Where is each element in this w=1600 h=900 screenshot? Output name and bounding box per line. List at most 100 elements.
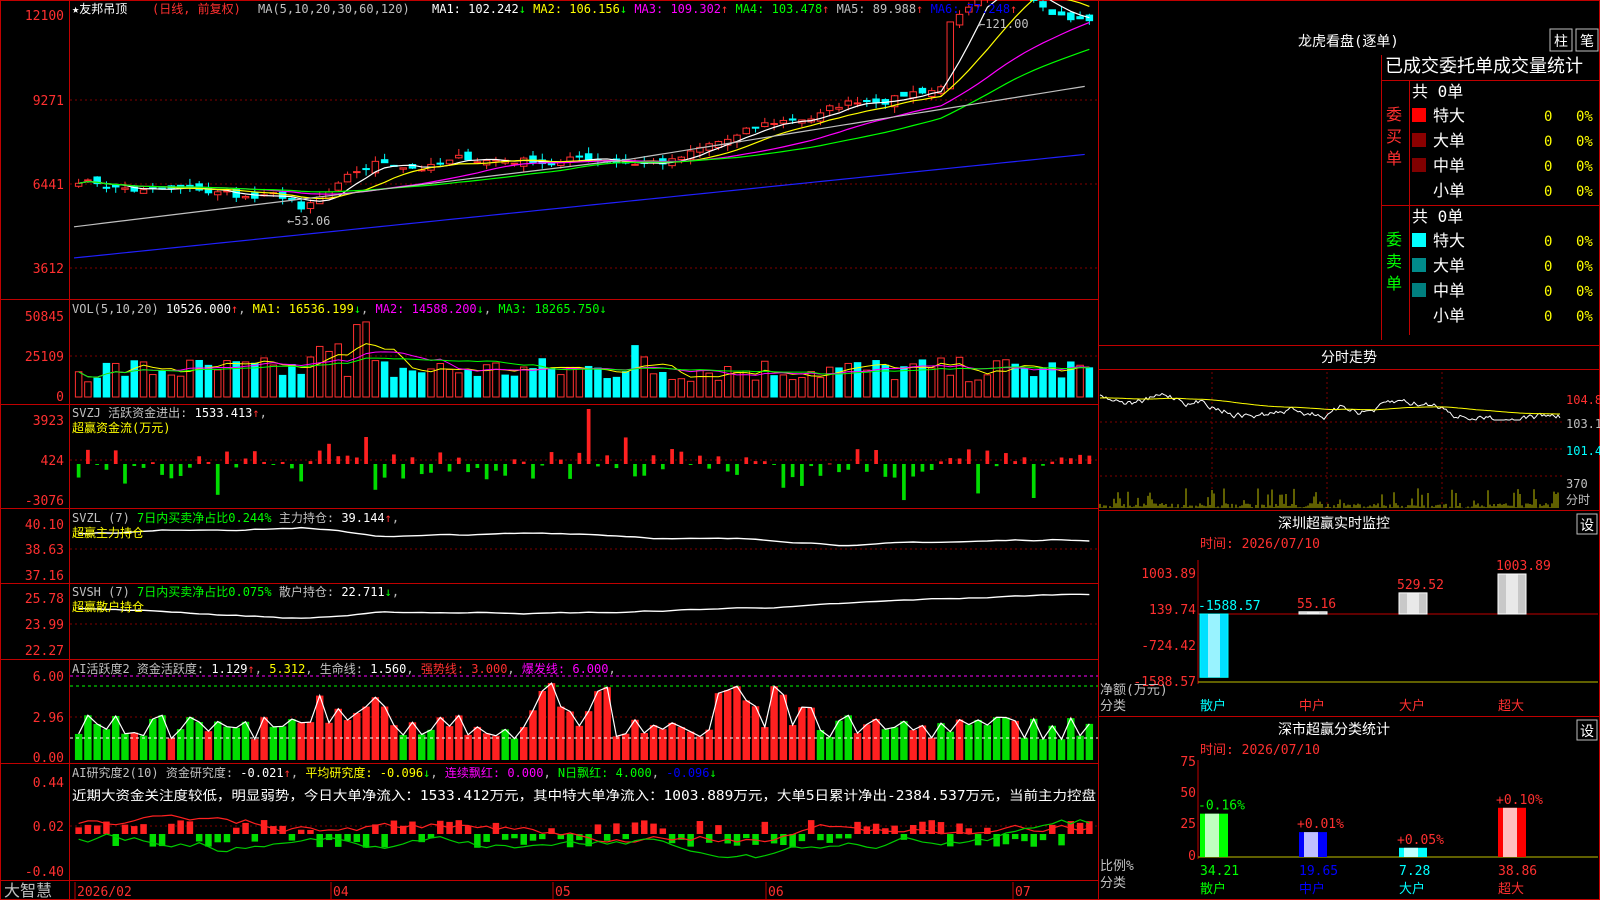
sz-bar-label: 529.52 bbox=[1397, 578, 1444, 593]
svzj-bar bbox=[299, 464, 304, 482]
order-value: 0 bbox=[1544, 234, 1552, 250]
svzj-bar bbox=[623, 437, 628, 464]
svzj-header: SVZJ 活跃资金进出: 1533.413↑, bbox=[72, 405, 267, 420]
volume-bar bbox=[714, 379, 723, 398]
sz-cat: 分类 bbox=[1100, 699, 1126, 714]
stock-name[interactable]: ★友邦吊顶 bbox=[72, 2, 127, 16]
svzj-bar bbox=[586, 409, 591, 464]
ai-activity-bar bbox=[1057, 739, 1066, 760]
svzj-bar bbox=[837, 464, 841, 473]
ai-research-bar bbox=[362, 834, 370, 848]
buy-side-label: 委买单 bbox=[1386, 105, 1402, 168]
ai-activity-bar bbox=[482, 733, 491, 760]
svsh-axis: 25.78 23.99 22.27 bbox=[25, 592, 64, 659]
svzj-bar bbox=[512, 459, 517, 464]
svzj-bar bbox=[540, 464, 545, 466]
volume-bar bbox=[983, 374, 992, 398]
volume-axis: 50845 25109 0 bbox=[25, 310, 64, 405]
ai-research-bar bbox=[205, 834, 212, 847]
ai-research-bar bbox=[437, 820, 444, 834]
sell-side-label: 委卖单 bbox=[1386, 230, 1402, 293]
lhb-tabs[interactable]: 已成交委托单成交量统计 bbox=[1385, 56, 1583, 77]
volume-bar bbox=[881, 364, 890, 398]
sz-bar-label: -1588.57 bbox=[1198, 599, 1261, 614]
svzj-bar bbox=[679, 451, 684, 464]
ai-research-bar bbox=[789, 834, 796, 848]
volume-bar bbox=[269, 364, 278, 398]
svzj-bar bbox=[234, 464, 239, 468]
ai-research-bar bbox=[743, 834, 750, 839]
svzj-bar bbox=[549, 452, 554, 464]
svzj-bar bbox=[725, 464, 730, 472]
candle-body bbox=[343, 173, 352, 183]
ai-research-bar bbox=[233, 827, 240, 834]
ai-activity-bar bbox=[1048, 725, 1056, 760]
volume-bar bbox=[890, 379, 899, 398]
candle-body bbox=[186, 184, 194, 187]
buy-order-rows: 特大 0 0% 大单 0 0% 中单 0 0% 小单 0 0% bbox=[1412, 106, 1593, 200]
svzj-bar bbox=[614, 464, 619, 469]
svzj-bar bbox=[558, 459, 563, 464]
svzj-bar bbox=[475, 464, 480, 468]
order-color-swatch bbox=[1412, 133, 1426, 147]
order-value: 0 bbox=[1544, 109, 1552, 125]
ss-unit: 比例% bbox=[1100, 859, 1134, 874]
ai-research-bar bbox=[344, 834, 351, 841]
svzj-bar bbox=[772, 464, 776, 465]
ai-activity-bar bbox=[149, 718, 157, 760]
candle-body bbox=[241, 196, 250, 199]
volume-bar bbox=[538, 358, 547, 398]
volume-bar bbox=[334, 343, 343, 398]
candle-body bbox=[779, 119, 788, 124]
candle-body bbox=[1039, 1, 1047, 8]
svzj-bar bbox=[577, 452, 582, 464]
order-pct: 0% bbox=[1576, 184, 1593, 200]
ai-activity-bar bbox=[343, 720, 352, 760]
ai-activity-bar bbox=[557, 706, 565, 760]
volume-bar bbox=[844, 362, 853, 398]
ai-activity-bar bbox=[566, 711, 574, 760]
ss-bar-value: 19.65 bbox=[1299, 864, 1338, 879]
order-label: 大单 bbox=[1433, 131, 1465, 150]
volume-tick: 25109 bbox=[25, 350, 64, 365]
sz-settings-label: 设 bbox=[1580, 518, 1594, 534]
svzj-bar bbox=[243, 458, 248, 464]
volume-bar bbox=[686, 380, 695, 398]
ai-activity-bar bbox=[325, 722, 333, 760]
ai-activity-bar bbox=[1039, 739, 1047, 760]
candle-body bbox=[853, 102, 862, 105]
volume-bar bbox=[111, 362, 120, 398]
ai-research-bar bbox=[919, 821, 926, 834]
volume-bar bbox=[529, 368, 537, 398]
chart-mode[interactable]: (日线, 前复权) bbox=[152, 1, 241, 16]
ai-research-bar bbox=[715, 825, 722, 834]
sz-tick: -724.42 bbox=[1141, 639, 1196, 654]
svzj-bar bbox=[790, 464, 795, 478]
ai-activity-bar bbox=[649, 725, 658, 760]
ai-research-bar bbox=[603, 834, 611, 841]
ai-activity-bar bbox=[427, 729, 435, 760]
svzj-bar bbox=[150, 462, 155, 464]
svzj-bar bbox=[531, 464, 535, 479]
svzj-bar bbox=[262, 461, 266, 464]
ss-tick: 50 bbox=[1180, 786, 1196, 801]
volume-bar bbox=[380, 361, 389, 398]
sz-tick: 139.74 bbox=[1149, 603, 1196, 618]
ai-activity-bar bbox=[872, 719, 880, 760]
ai-activity-bar bbox=[937, 723, 945, 760]
sz-bar-label: 1003.89 bbox=[1496, 559, 1551, 574]
candle-body bbox=[1085, 14, 1094, 22]
candle-body bbox=[584, 153, 593, 161]
order-label: 大单 bbox=[1433, 256, 1465, 275]
svzj-bar bbox=[827, 463, 832, 465]
svzj-bar bbox=[902, 464, 906, 501]
date-axis: 2026/02 04 05 06 07 bbox=[74, 882, 1031, 900]
volume-bar bbox=[816, 377, 825, 398]
svzj-bar bbox=[76, 464, 81, 478]
candle-body bbox=[1067, 12, 1075, 21]
ai-research-bar bbox=[288, 834, 296, 841]
intraday-volume-tick: 370 bbox=[1566, 477, 1588, 491]
ai-research-bar bbox=[195, 834, 203, 842]
candle-body bbox=[306, 202, 315, 210]
ai-research-bar bbox=[520, 834, 527, 845]
